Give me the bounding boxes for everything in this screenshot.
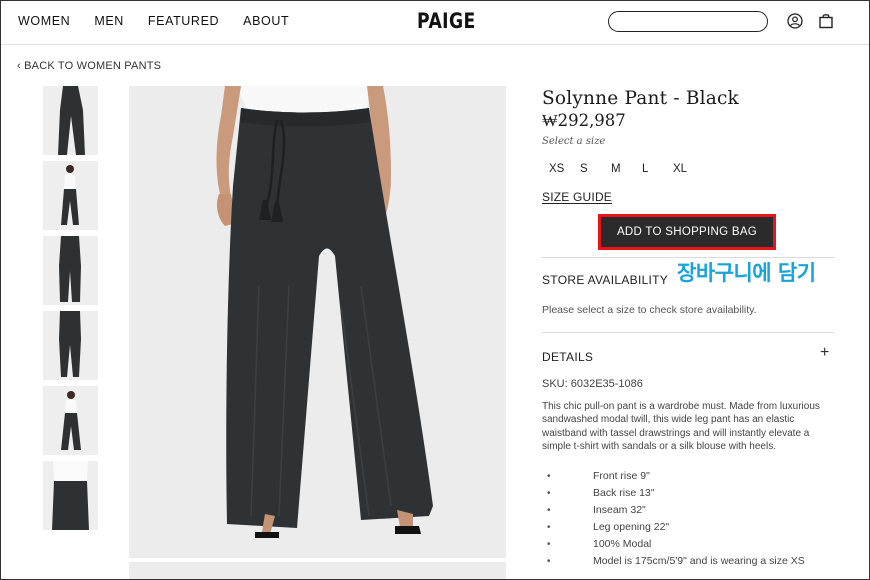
expand-plus-icon[interactable]: + bbox=[820, 344, 829, 362]
feature-text: Front rise 9" bbox=[593, 470, 650, 482]
product-description: This chic pull-on pant is a wardrobe mus… bbox=[542, 401, 820, 452]
product-sku: SKU: 6032E35-1086 bbox=[542, 378, 643, 390]
add-to-bag-button[interactable]: ADD TO SHOPPING BAG bbox=[601, 217, 773, 247]
size-option-xs[interactable]: XS bbox=[542, 163, 573, 175]
nav-women[interactable]: WOMEN bbox=[18, 14, 70, 28]
list-item: • Front rise 9" bbox=[542, 468, 805, 485]
list-item: • Leg opening 22" bbox=[542, 519, 805, 536]
page-frame: WOMEN MEN FEATURED ABOUT PAIGE ‹ BACK TO… bbox=[0, 0, 870, 580]
store-availability-note: Please select a size to check store avai… bbox=[542, 304, 757, 316]
annotation-label: 장바구니에 담기 bbox=[677, 261, 816, 285]
thumbnail-gallery bbox=[43, 86, 98, 536]
nav-about[interactable]: ABOUT bbox=[243, 14, 289, 28]
select-size-label: Select a size bbox=[542, 136, 606, 147]
thumbnail-5[interactable] bbox=[43, 386, 98, 455]
feature-text: Back rise 13" bbox=[593, 487, 655, 499]
highlight-box: ADD TO SHOPPING BAG bbox=[598, 214, 776, 250]
main-nav: WOMEN MEN FEATURED ABOUT bbox=[18, 14, 313, 28]
size-option-m[interactable]: M bbox=[604, 163, 635, 175]
site-header: WOMEN MEN FEATURED ABOUT PAIGE bbox=[1, 1, 869, 45]
nav-men[interactable]: MEN bbox=[94, 14, 124, 28]
account-icon[interactable] bbox=[786, 12, 804, 30]
bullet-icon: • bbox=[547, 556, 551, 567]
bullet-icon: • bbox=[547, 471, 551, 482]
shopping-bag-icon[interactable] bbox=[817, 12, 835, 30]
breadcrumb-back-link[interactable]: ‹ BACK TO WOMEN PANTS bbox=[17, 60, 161, 72]
list-item: • Model is 175cm/5'9" and is wearing a si… bbox=[542, 553, 805, 570]
bullet-icon: • bbox=[547, 522, 551, 533]
search-input[interactable] bbox=[619, 13, 759, 31]
size-options: XS S M L XL bbox=[542, 163, 697, 175]
feature-list: • Front rise 9" • Back rise 13" • Inseam 32… bbox=[542, 468, 805, 570]
product-price: ₩292,987 bbox=[542, 111, 626, 130]
main-product-image[interactable] bbox=[129, 86, 506, 558]
divider bbox=[542, 332, 834, 333]
thumbnail-4[interactable] bbox=[43, 311, 98, 380]
secondary-product-image[interactable] bbox=[129, 562, 506, 579]
thumbnail-1[interactable] bbox=[43, 86, 98, 155]
bullet-icon: • bbox=[547, 539, 551, 550]
thumbnail-3[interactable] bbox=[43, 236, 98, 305]
search-box[interactable] bbox=[608, 11, 768, 32]
list-item: • Inseam 32" bbox=[542, 502, 805, 519]
breadcrumb-label: BACK TO WOMEN PANTS bbox=[24, 60, 162, 72]
nav-featured[interactable]: FEATURED bbox=[148, 14, 219, 28]
feature-text: Model is 175cm/5'9" and is wearing a siz… bbox=[593, 555, 805, 567]
size-option-xl[interactable]: XL bbox=[666, 163, 697, 175]
product-title: Solynne Pant - Black bbox=[542, 88, 739, 109]
list-item: • Back rise 13" bbox=[542, 485, 805, 502]
size-option-s[interactable]: S bbox=[573, 163, 604, 175]
details-heading[interactable]: DETAILS bbox=[542, 350, 593, 364]
brand-logo[interactable]: PAIGE bbox=[417, 9, 476, 33]
thumbnail-2[interactable] bbox=[43, 161, 98, 230]
feature-text: 100% Modal bbox=[593, 538, 652, 550]
size-guide-link[interactable]: SIZE GUIDE bbox=[542, 190, 612, 204]
thumbnail-6[interactable] bbox=[43, 461, 98, 530]
feature-text: Inseam 32" bbox=[593, 504, 646, 516]
list-item: • 100% Modal bbox=[542, 536, 805, 553]
store-availability-heading[interactable]: STORE AVAILABILITY bbox=[542, 273, 668, 287]
bullet-icon: • bbox=[547, 505, 551, 516]
size-option-l[interactable]: L bbox=[635, 163, 666, 175]
bullet-icon: • bbox=[547, 488, 551, 499]
feature-text: Leg opening 22" bbox=[593, 521, 670, 533]
